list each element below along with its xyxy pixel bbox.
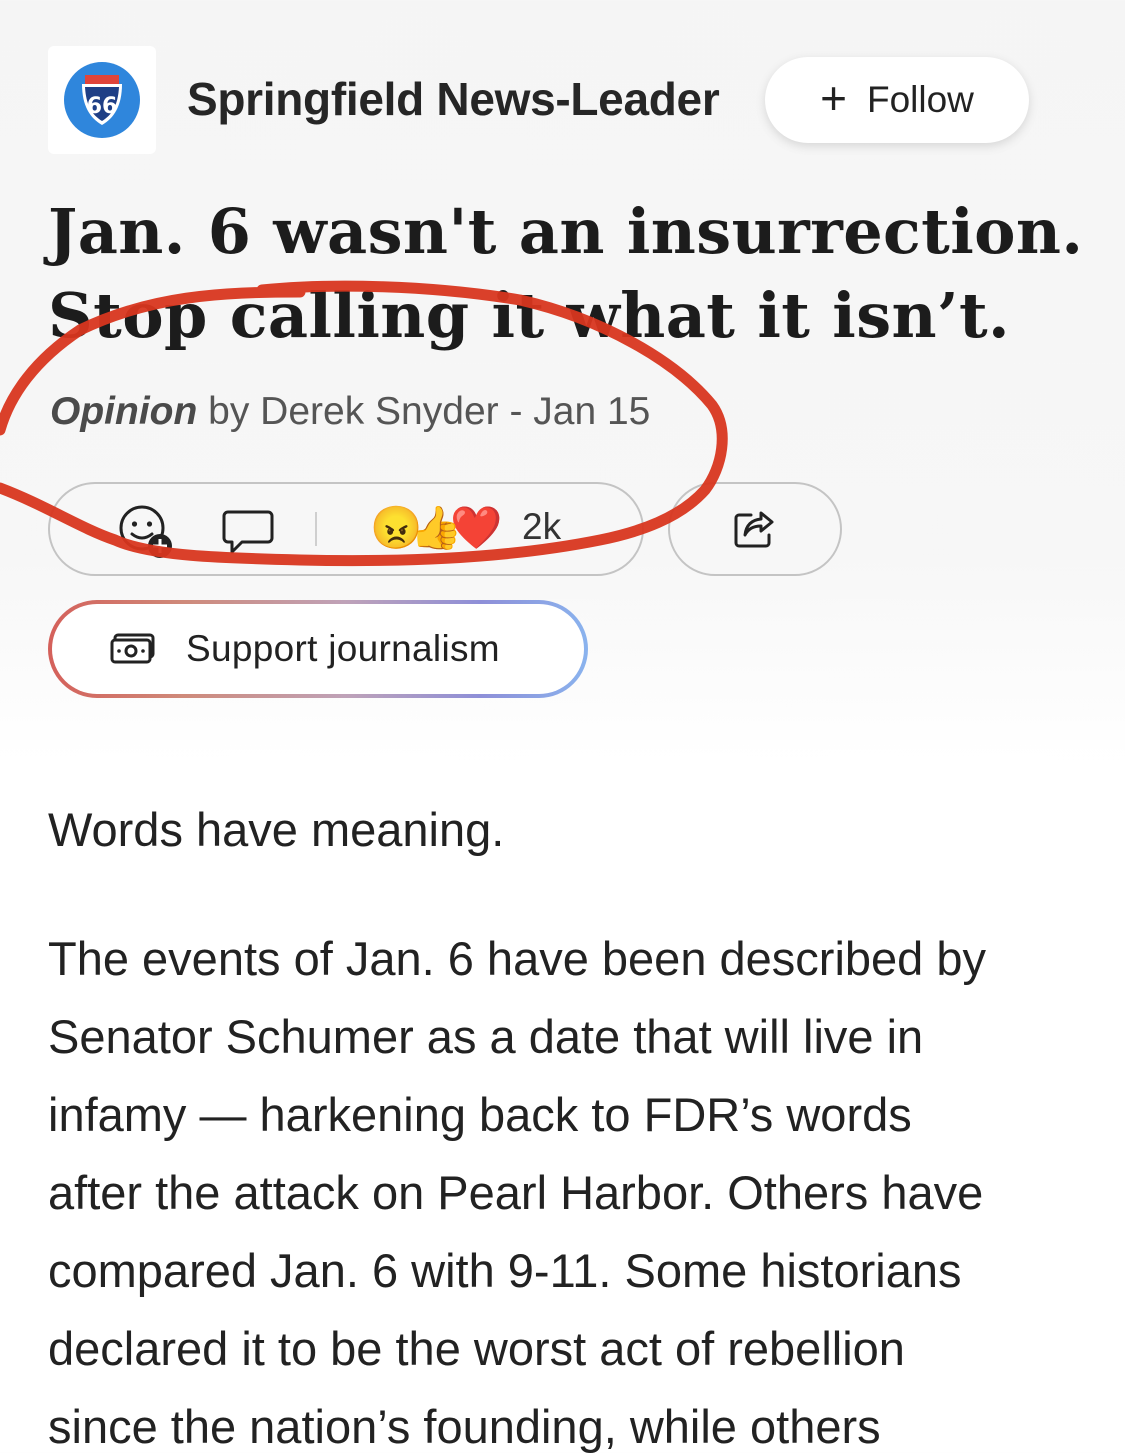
byline: Opinion by Derek Snyder - Jan 15 xyxy=(50,390,650,434)
byline-author-date: by Derek Snyder - Jan 15 xyxy=(208,390,651,433)
share-button[interactable] xyxy=(668,482,842,576)
paragraph-line: since the nation’s founding, while other… xyxy=(48,1400,881,1453)
article-headline: Jan. 6 wasn't an insurrection. Stop call… xyxy=(48,190,1088,358)
publisher-logo[interactable]: 66 xyxy=(48,46,156,154)
section-label: Opinion xyxy=(50,390,198,433)
paragraph-line: infamy — harkening back to FDR’s words xyxy=(48,1088,912,1141)
publisher-name[interactable]: Springfield News-Leader xyxy=(187,72,720,126)
paragraph-line: Senator Schumer as a date that will live… xyxy=(48,1010,924,1063)
publisher-header: 66 Springfield News-Leader + Follow xyxy=(48,46,1048,154)
angry-emoji-icon: 😠 xyxy=(370,504,423,551)
paragraph-line: after the attack on Pearl Harbor. Others… xyxy=(48,1166,984,1219)
headline-line-2: Stop calling it what it isn’t. xyxy=(48,279,1011,352)
article-paragraph: The events of Jan. 6 have been described… xyxy=(48,920,1078,1453)
route-66-logo-icon: 66 xyxy=(64,62,140,138)
share-icon xyxy=(734,511,774,548)
comment-icon xyxy=(222,510,274,554)
logo-text: 66 xyxy=(87,94,118,119)
headline-line-1: Jan. 6 wasn't an insurrection. xyxy=(48,195,1084,268)
add-reaction-button[interactable] xyxy=(118,504,174,560)
support-journalism-inner: Support journalism xyxy=(52,604,584,694)
support-journalism-button[interactable]: Support journalism xyxy=(48,600,588,698)
article-body: Words have meaning. The events of Jan. 6… xyxy=(48,798,1078,1453)
plus-icon: + xyxy=(820,72,847,124)
reaction-emojis[interactable]: 😠 👍 ❤️ xyxy=(370,502,502,554)
reaction-bar: 😠 👍 ❤️ 2k xyxy=(48,482,644,576)
paragraph-line: The events of Jan. 6 have been described… xyxy=(48,932,987,985)
paragraph-line: compared Jan. 6 with 9-11. Some historia… xyxy=(48,1244,962,1297)
support-journalism-label: Support journalism xyxy=(186,628,500,669)
comment-button[interactable] xyxy=(222,508,274,556)
article-lead: Words have meaning. xyxy=(48,803,505,856)
follow-label: Follow xyxy=(866,79,974,120)
money-icon xyxy=(110,633,155,664)
reaction-count: 2k xyxy=(522,506,562,547)
follow-button[interactable]: + Follow xyxy=(765,57,1029,143)
bar-divider xyxy=(315,512,317,546)
add-reaction-icon xyxy=(119,505,172,558)
paragraph-line: declared it to be the worst act of rebel… xyxy=(48,1322,905,1375)
